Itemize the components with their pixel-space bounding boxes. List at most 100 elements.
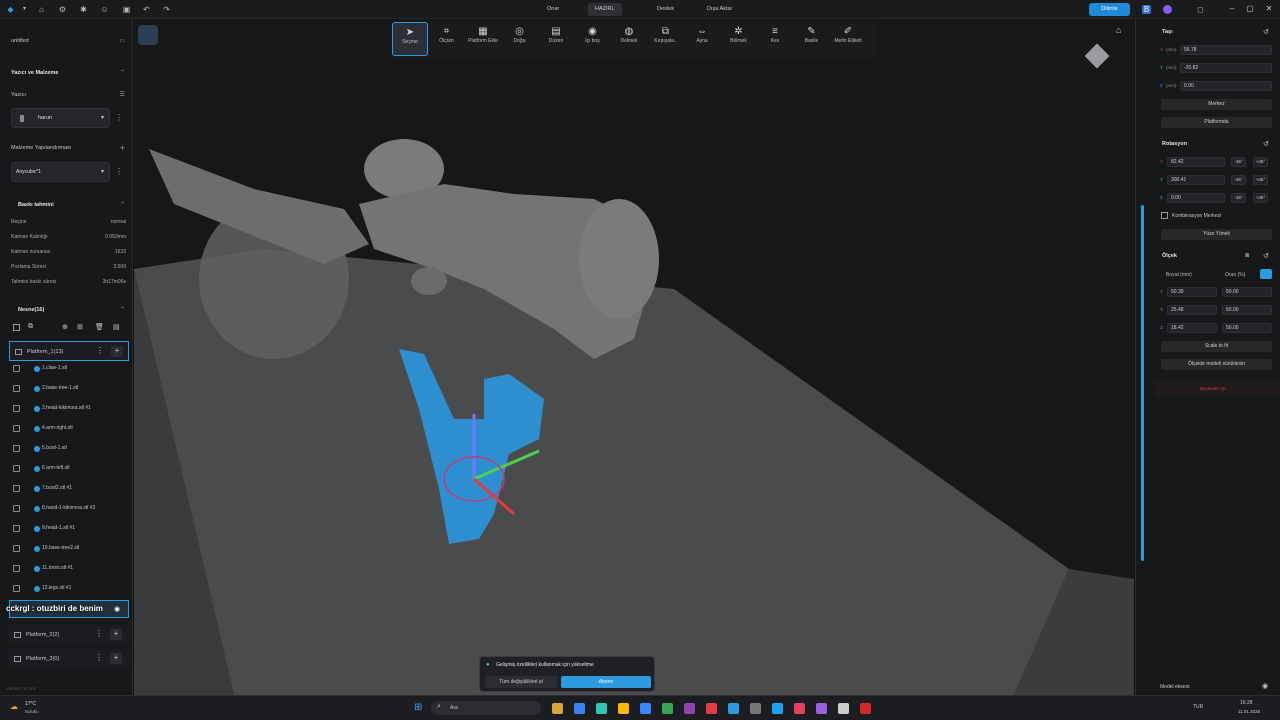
chrome-icon[interactable]: [662, 703, 673, 714]
redo-icon[interactable]: ↷: [162, 5, 171, 14]
right-scrollbar[interactable]: [1141, 205, 1144, 561]
eye-icon[interactable]: ◉: [1262, 682, 1268, 690]
list-item[interactable]: 12.legs.stl #1: [9, 579, 129, 598]
lock-icon[interactable]: ⧈: [1245, 252, 1249, 260]
printer-settings-icon[interactable]: ☰: [120, 91, 125, 98]
settings-icon[interactable]: ⚙: [58, 5, 67, 14]
copy-icon[interactable]: ⊕: [62, 323, 68, 331]
list-item[interactable]: 9.head-1.stl #1: [9, 519, 129, 538]
home-icon[interactable]: ⌂: [37, 5, 46, 14]
app-icon[interactable]: [816, 703, 827, 714]
file-explorer-icon[interactable]: [552, 703, 563, 714]
tab-export[interactable]: Dışa Aktar: [700, 3, 739, 16]
add-icon[interactable]: +: [111, 346, 123, 357]
platform-icon[interactable]: ▤: [113, 323, 120, 331]
tool-10[interactable]: ✲ Bölmek: [721, 22, 757, 56]
slicer-icon[interactable]: [728, 703, 739, 714]
more-icon[interactable]: ⋮: [95, 629, 103, 638]
platform-2-row[interactable]: Platform_2(2) ⋮ +: [9, 625, 129, 645]
chevron-up-icon[interactable]: ⌃: [120, 69, 125, 76]
folder-icon[interactable]: [618, 703, 629, 714]
rotate-plus-button[interactable]: +45°: [1253, 175, 1268, 185]
take-all-button[interactable]: Tüm değişiklikleri al: [485, 676, 557, 688]
object-checkbox[interactable]: [13, 425, 20, 432]
object-checkbox[interactable]: [13, 385, 20, 392]
platform-3-row[interactable]: Platform_3(0) ⋮ +: [9, 649, 129, 669]
app-icon[interactable]: [772, 703, 783, 714]
scale-size-input[interactable]: 50.30: [1167, 287, 1217, 297]
tool-8[interactable]: ⧉ Kırpıyala..: [648, 22, 684, 56]
group-icon[interactable]: ⧉: [28, 323, 33, 331]
object-checkbox[interactable]: [13, 445, 20, 452]
layers-icon[interactable]: ⊞: [77, 323, 83, 331]
tool-12[interactable]: ✎ Basile: [794, 22, 830, 56]
move-input[interactable]: 56.78: [1180, 45, 1272, 55]
close-icon[interactable]: ✕: [1264, 4, 1274, 14]
list-item[interactable]: 11.torso.stl #1: [9, 559, 129, 578]
window-icon[interactable]: ▣: [122, 5, 131, 14]
list-item[interactable]: 1.claw-1.stl: [9, 359, 129, 378]
scale-to-fit-button[interactable]: Scale to fit: [1161, 341, 1272, 352]
drag-scale-button[interactable]: Ölçekte modeli sürüklesin: [1161, 359, 1272, 370]
object-checkbox[interactable]: [13, 565, 20, 572]
panel-toggle-icon[interactable]: ▭: [119, 37, 125, 44]
tool-4[interactable]: ◎ Doğu: [502, 22, 538, 56]
notification-icon[interactable]: ◻: [1196, 5, 1205, 14]
list-item[interactable]: 2.base-tree-1.stl: [9, 379, 129, 398]
tab-support[interactable]: Destek: [650, 3, 681, 16]
rotate-input[interactable]: 300.41: [1167, 175, 1225, 185]
taskbar-search[interactable]: ⌕ Ara: [431, 701, 541, 715]
tool-2[interactable]: ⌗ Ölçüm: [429, 22, 465, 56]
terminal-icon[interactable]: [596, 703, 607, 714]
chevron-up-icon[interactable]: ⌃: [120, 306, 125, 313]
select-all-checkbox[interactable]: [13, 324, 20, 331]
tool-11[interactable]: ≡ Kes: [757, 22, 793, 56]
reset-icon[interactable]: ↺: [1263, 140, 1269, 148]
more-icon[interactable]: ⋮: [96, 346, 104, 355]
object-checkbox[interactable]: [13, 505, 20, 512]
more-icon[interactable]: ⋮: [95, 653, 103, 662]
rotate-minus-button[interactable]: -45°: [1231, 157, 1246, 167]
user-icon[interactable]: ☺: [100, 5, 109, 14]
rotate-input[interactable]: 0.00: [1167, 193, 1225, 203]
tool-7[interactable]: ◍ Delmek: [611, 22, 647, 56]
rotate-plus-button[interactable]: +45°: [1253, 157, 1268, 167]
add-material-icon[interactable]: +: [120, 143, 125, 153]
list-item[interactable]: 3.head-kikimora.stl #1: [9, 399, 129, 418]
more-icon[interactable]: ⋮: [115, 113, 123, 122]
app-badge-icon[interactable]: [138, 25, 158, 45]
list-item[interactable]: 10.base-tree2.stl: [9, 539, 129, 558]
pdf-icon[interactable]: [860, 703, 871, 714]
tab-prepare[interactable]: HAZIRL: [588, 3, 622, 16]
object-checkbox[interactable]: [13, 465, 20, 472]
list-item[interactable]: 8.hand-1-kikimora.stl #2: [9, 499, 129, 518]
start-icon[interactable]: ⊞: [414, 702, 422, 713]
settings-icon[interactable]: [838, 703, 849, 714]
scale-ratio-input[interactable]: 50.00: [1222, 287, 1272, 297]
combo-center-checkbox[interactable]: [1161, 212, 1168, 219]
move-input[interactable]: -20.82: [1180, 63, 1272, 73]
arm-model[interactable]: [579, 199, 659, 319]
on-platform-button[interactable]: Platformda: [1161, 117, 1272, 128]
uniform-scale-toggle[interactable]: [1260, 269, 1272, 279]
3d-viewport[interactable]: ⌂: [134, 19, 1134, 695]
rotate-minus-button[interactable]: -45°: [1231, 175, 1246, 185]
list-item[interactable]: 4.arm-right.stl: [9, 419, 129, 438]
tool-9[interactable]: ⇔ Ayna: [684, 22, 720, 56]
move-input[interactable]: 0.00: [1180, 81, 1272, 91]
rotate-plus-button[interactable]: +45°: [1253, 193, 1268, 203]
tool-3[interactable]: ▦ Platform Ekle: [465, 22, 501, 56]
app-icon[interactable]: [750, 703, 761, 714]
material-select[interactable]: Anycubic*1 ▾: [11, 162, 110, 182]
store-icon[interactable]: [640, 703, 651, 714]
tool-6[interactable]: ◉ İçi boş: [575, 22, 611, 56]
undo-icon[interactable]: ↶: [142, 5, 151, 14]
home-view-icon[interactable]: ⌂: [1116, 25, 1121, 35]
scale-ratio-input[interactable]: 50.00: [1222, 305, 1272, 315]
slice-button[interactable]: Dilimle: [1089, 3, 1130, 16]
platform-1-row[interactable]: Platform_1(13) ⋮ +: [9, 341, 129, 361]
puzzle-icon[interactable]: ✱: [79, 5, 88, 14]
more-icon[interactable]: ⋮: [115, 167, 123, 176]
reset-icon[interactable]: ↺: [1263, 28, 1269, 36]
tool-13[interactable]: ✐ Metin Etiketi: [830, 22, 866, 56]
